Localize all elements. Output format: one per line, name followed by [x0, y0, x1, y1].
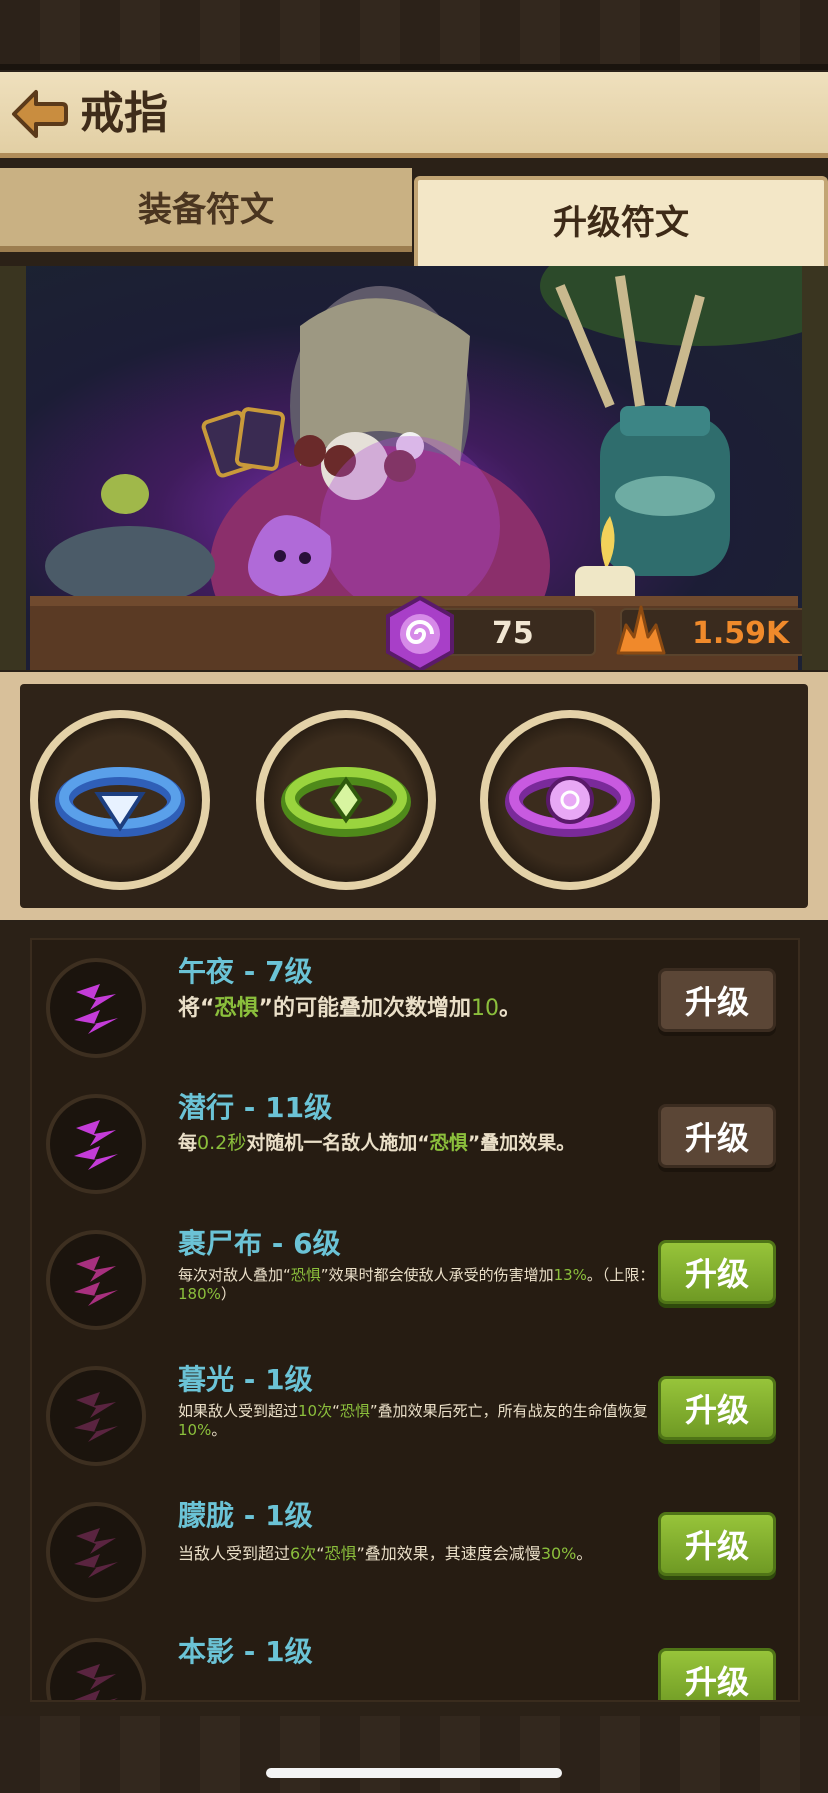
- rune-desc-text: ”叠加效果。: [467, 1132, 576, 1154]
- back-button[interactable]: [10, 88, 68, 140]
- upgrade-button[interactable]: 升级: [658, 1376, 776, 1440]
- rune-name: 本影 - 1级: [178, 1635, 313, 1668]
- rune-desc-highlight: 30%: [540, 1544, 577, 1563]
- rune-desc-highlight: 恐惧: [214, 996, 259, 1021]
- ring-slots-container: [20, 684, 808, 908]
- rune-description: 如果敌人受到超过10次“恐惧”叠加效果后死亡，所有战友的生命值恢复 10%。: [178, 1402, 658, 1440]
- blue-ring-icon: [55, 767, 185, 837]
- rune-desc-text: 如果敌人受到超过: [178, 1402, 299, 1420]
- rune-desc-text: 对随机一名敌人施加“: [246, 1132, 430, 1154]
- rune-row: 午夜 - 7级 将“恐惧”的可能叠加次数增加10。 升级: [32, 940, 798, 1076]
- rune-desc-highlight: 恐惧: [324, 1544, 357, 1563]
- rune-desc-highlight: 13%: [553, 1266, 587, 1284]
- rune-description: 当敌人受到超过6次“恐惧”叠加效果，其速度会减慢30%。: [178, 1544, 658, 1563]
- rune-name: 朦胧 - 1级: [178, 1499, 313, 1532]
- haze-rune-icon: [46, 1502, 146, 1602]
- rune-desc-text: 。（上限：: [586, 1266, 655, 1284]
- midnight-rune-icon: [46, 958, 146, 1058]
- header-bar: 戒指: [0, 72, 828, 158]
- home-indicator[interactable]: [266, 1768, 562, 1778]
- ring-slot-blue[interactable]: [30, 710, 210, 890]
- rune-desc-highlight: 恐惧: [339, 1402, 370, 1420]
- shroud-rune-icon: [46, 1230, 146, 1330]
- ring-slot-green[interactable]: [256, 710, 436, 890]
- rune-desc-text: “: [316, 1544, 325, 1563]
- rune-row: 朦胧 - 1级 当敌人受到超过6次“恐惧”叠加效果，其速度会减慢30%。 升级: [32, 1484, 798, 1620]
- ring-selection-panel: [0, 672, 828, 920]
- rune-desc-highlight: 恐惧: [290, 1266, 321, 1284]
- shaman-scene-illustration: 75 1.59K: [0, 266, 828, 670]
- rune-name: 暮光 - 1级: [178, 1363, 313, 1396]
- rune-desc-highlight: 0.2秒: [197, 1132, 247, 1154]
- rune-name: 裹尸布 - 6级: [178, 1227, 341, 1260]
- umbra-rune-icon: [46, 1638, 146, 1700]
- rune-desc-text: ”效果时都会使敌人承受的伤害增加: [320, 1266, 554, 1284]
- rune-name: 午夜 - 7级: [178, 955, 313, 988]
- upgrade-button[interactable]: 升级: [658, 1104, 776, 1168]
- rune-desc-highlight: 6次: [290, 1544, 317, 1563]
- back-arrow-icon: [12, 90, 68, 138]
- rune-row: 潜行 - 11级 每0.2秒对随机一名敌人施加“恐惧”叠加效果。 升级: [32, 1076, 798, 1212]
- rune-description: 将“恐惧”的可能叠加次数增加10。: [178, 994, 658, 1024]
- upgrade-button[interactable]: 升级: [658, 1648, 776, 1700]
- rune-row: 暮光 - 1级如果敌人受到超过10次“恐惧”叠加效果后死亡，所有战友的生命值恢复…: [32, 1348, 798, 1484]
- twilight-rune-icon: [46, 1366, 146, 1466]
- tab-equip-runes[interactable]: 装备符文: [0, 168, 412, 252]
- rune-row: 本影 - 1级 升级: [32, 1620, 798, 1700]
- rune-desc-text: ”的可能叠加次数增加: [258, 996, 471, 1021]
- rune-list-scroll[interactable]: 午夜 - 7级 将“恐惧”的可能叠加次数增加10。 升级 潜行 - 11级 每0.2秒对…: [30, 938, 800, 1702]
- rune-desc-highlight: 10%: [178, 1421, 212, 1439]
- rune-desc-highlight: 恐惧: [429, 1132, 468, 1154]
- rune-desc-text: 。: [498, 996, 521, 1021]
- rune-row: 裹尸布 - 6级每次对敌人叠加“恐惧”效果时都会使敌人承受的伤害增加13%。（上…: [32, 1212, 798, 1348]
- rune-desc-highlight: 180%: [178, 1285, 221, 1303]
- purple-rune-token-icon: [386, 596, 454, 670]
- rune-desc-highlight: 10: [470, 996, 499, 1021]
- rune-desc-highlight: 10次: [298, 1402, 333, 1420]
- stealth-rune-icon: [46, 1094, 146, 1194]
- rune-count-value: 75: [492, 616, 534, 651]
- rune-desc-text: ”叠加效果，其速度会减慢: [356, 1544, 541, 1563]
- rune-desc-text: 。: [576, 1544, 593, 1563]
- tab-upgrade-runes[interactable]: 升级符文: [414, 176, 828, 266]
- rune-desc-text: 当敌人受到超过: [178, 1544, 291, 1563]
- crystal-icon: [616, 605, 666, 655]
- rune-description: 每次对敌人叠加“恐惧”效果时都会使敌人承受的伤害增加13%。（上限： 180%）: [178, 1266, 658, 1304]
- rune-desc-text: 每: [178, 1132, 198, 1154]
- tab-bar: 装备符文 升级符文: [0, 160, 828, 266]
- rune-desc-text: “: [332, 1402, 340, 1420]
- bottom-decor-band: [0, 1716, 828, 1793]
- page-title: 戒指: [80, 88, 168, 139]
- rune-desc-text: ”叠加效果后死亡，所有战友的生命值恢复: [369, 1402, 648, 1420]
- rune-description: 每0.2秒对随机一名敌人施加“恐惧”叠加效果。: [178, 1130, 658, 1156]
- green-ring-icon: [281, 767, 411, 837]
- rune-desc-text: ）: [220, 1285, 236, 1303]
- rune-desc-text: 。: [211, 1421, 227, 1439]
- crystal-count-value: 1.59K: [692, 616, 790, 651]
- rune-desc-text: 将“: [178, 996, 215, 1021]
- upgrade-button[interactable]: 升级: [658, 1240, 776, 1304]
- ring-slot-purple[interactable]: [480, 710, 660, 890]
- upgrade-button[interactable]: 升级: [658, 968, 776, 1032]
- upgrade-button[interactable]: 升级: [658, 1512, 776, 1576]
- rune-name: 潜行 - 11级: [178, 1091, 333, 1124]
- top-decor-band: [0, 0, 828, 70]
- purple-ring-icon: [505, 767, 635, 837]
- rune-desc-text: 每次对敌人叠加“: [178, 1266, 291, 1284]
- rune-upgrade-list[interactable]: 午夜 - 7级 将“恐惧”的可能叠加次数增加10。 升级 潜行 - 11级 每0.2秒对…: [0, 922, 828, 1722]
